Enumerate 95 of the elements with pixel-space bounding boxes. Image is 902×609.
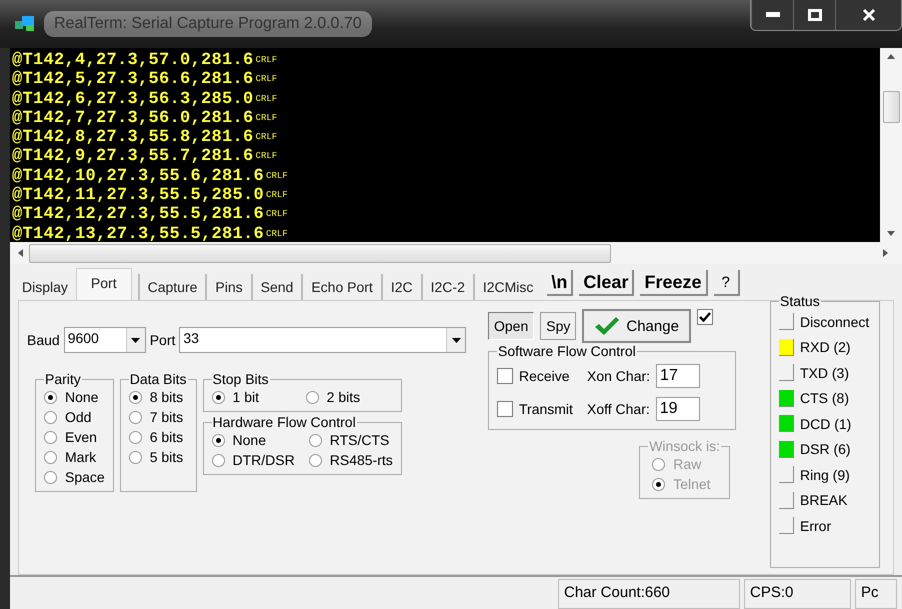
window-title: RealTerm: Serial Capture Program 2.0.0.70	[44, 11, 372, 37]
terminal-line: @T142,6,27.3,56.3,285.0	[12, 90, 254, 109]
status-label: Disconnect	[800, 314, 870, 330]
line-end-marker: CRLF	[266, 209, 288, 220]
group-title: Stop Bits	[212, 371, 270, 387]
checkbox-label: Receive	[519, 368, 571, 384]
radio-option[interactable]: None	[212, 430, 295, 450]
group-title: Hardware Flow Control	[212, 414, 357, 430]
close-icon	[862, 8, 876, 22]
maximize-icon	[808, 9, 822, 21]
radio-option[interactable]: 6 bits	[128, 427, 188, 447]
radio-option[interactable]: RS485-rts	[308, 450, 393, 470]
field-label: Port	[150, 332, 176, 348]
toolbar-button[interactable]: Freeze	[640, 270, 708, 296]
line-end-marker: CRLF	[266, 190, 288, 200]
tab[interactable]: Port	[76, 268, 132, 300]
terminal-line: @T142,11,27.3,55.5,285.0	[12, 186, 264, 206]
scroll-thumb[interactable]	[29, 244, 611, 262]
toolbar-button[interactable]: ?	[714, 270, 740, 296]
minimize-icon	[766, 12, 780, 18]
status-label: TXD (3)	[800, 364, 849, 381]
scroll-thumb[interactable]	[882, 91, 900, 123]
maximize-button[interactable]	[793, 0, 835, 30]
terminal-line: @T142,5,27.3,56.6,281.6	[12, 70, 254, 90]
change-button[interactable]: Change	[582, 309, 691, 343]
status-bar-cell: Pc	[855, 579, 897, 609]
group-title: Winsock is:	[648, 438, 721, 454]
port-button[interactable]: Spy	[540, 312, 576, 340]
dropdown-arrow-icon	[131, 338, 140, 342]
radio-option[interactable]: None	[44, 387, 105, 407]
group-title: Parity	[44, 371, 82, 387]
status-label: BREAK	[800, 492, 848, 508]
radio-option[interactable]: 7 bits	[128, 407, 188, 427]
status-label: DSR (6)	[800, 441, 851, 458]
toolbar-button[interactable]: Clear	[579, 270, 634, 296]
minimize-button[interactable]	[751, 0, 793, 30]
status-label: Error	[800, 518, 832, 534]
checkbox-label: Transmit	[519, 400, 574, 416]
radio-option[interactable]: Even	[44, 427, 105, 447]
line-end-marker: CRLF	[256, 132, 278, 142]
group-title: Data Bits	[128, 371, 188, 387]
radio-option[interactable]: Odd	[44, 407, 105, 427]
radio-option[interactable]: 8 bits	[128, 387, 188, 407]
radio-option[interactable]: 5 bits	[128, 447, 188, 467]
group-title: Software Flow Control	[497, 343, 637, 359]
radio-option[interactable]: 1 bit	[212, 387, 292, 407]
input-field[interactable]: 17	[656, 364, 700, 388]
status-label: DCD (1)	[800, 416, 852, 432]
scroll-right-icon	[883, 249, 888, 257]
baud-dropdown[interactable]: 9600	[64, 327, 146, 353]
terminal-line: @T142,13,27.3,55.5,281.6	[12, 224, 264, 244]
terminal-line: @T142,12,27.3,55.5,281.6	[12, 205, 264, 224]
dropdown-arrow-icon	[452, 338, 461, 342]
vertical-scrollbar[interactable]	[880, 48, 902, 242]
field-label: Xon Char:	[587, 368, 650, 384]
toolbar-button[interactable]: \n	[547, 270, 574, 296]
line-end-marker: CRLF	[266, 170, 288, 181]
terminal-line: @T142,4,27.3,57.0,281.6	[12, 51, 254, 70]
checkmark-icon	[594, 316, 620, 336]
terminal-line: @T142,9,27.3,55.7,281.6	[12, 147, 254, 166]
port-button[interactable]: Open	[488, 312, 534, 340]
scroll-down-icon	[887, 231, 895, 236]
radio-option[interactable]: Mark	[44, 447, 105, 467]
line-end-marker: CRLF	[256, 151, 278, 162]
field-label: Xoff Char:	[587, 400, 650, 416]
terminal-line: @T142,10,27.3,55.6,281.6	[12, 166, 264, 186]
tab[interactable]: Display	[14, 274, 76, 300]
line-end-marker: CRLF	[256, 74, 278, 84]
app-icon	[14, 15, 36, 33]
line-end-marker: CRLF	[256, 94, 278, 104]
terminal-line: @T142,8,27.3,55.8,281.6	[12, 128, 254, 148]
terminal-line: @T142,7,27.3,56.0,281.6	[12, 108, 254, 128]
group-title: Status	[779, 293, 821, 309]
close-button[interactable]	[835, 0, 901, 30]
scroll-left-icon	[18, 249, 23, 257]
field-label: Baud	[27, 332, 60, 348]
scroll-up-icon	[887, 54, 895, 59]
line-end-marker: CRLF	[266, 228, 288, 239]
input-field[interactable]: 19	[656, 396, 700, 420]
line-end-marker: CRLF	[256, 55, 278, 65]
checkbox[interactable]	[497, 368, 513, 384]
radio-option[interactable]: 2 bits	[306, 387, 393, 407]
line-end-marker: CRLF	[256, 112, 278, 123]
checkbox[interactable]	[497, 400, 513, 416]
port-dropdown[interactable]: 33	[179, 327, 466, 353]
checkbox[interactable]	[696, 309, 713, 325]
status-label: CTS (8)	[800, 390, 849, 406]
status-label: Ring (9)	[800, 466, 850, 483]
radio-option[interactable]: RTS/CTS	[308, 430, 393, 450]
status-bar-cell: CPS:0	[744, 579, 851, 609]
status-bar-cell: Char Count:660	[558, 579, 740, 609]
radio-option[interactable]: DTR/DSR	[212, 450, 295, 470]
horizontal-scrollbar[interactable]	[10, 242, 902, 264]
radio-option[interactable]: Space	[44, 467, 105, 487]
status-label: RXD (2)	[800, 339, 851, 356]
